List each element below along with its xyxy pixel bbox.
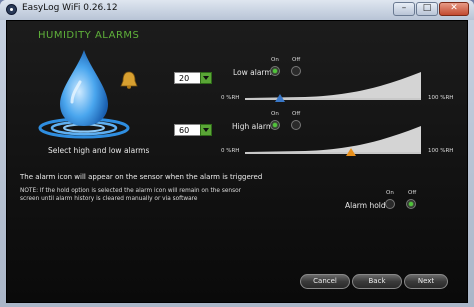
high-alarm-on-label: On <box>271 111 279 117</box>
window-title: EasyLog WiFi 0.26.12 <box>22 3 118 13</box>
high-alarm-slider-track[interactable] <box>245 152 421 154</box>
hold-option-note: NOTE: If the hold option is selected the… <box>20 188 242 202</box>
minimize-button[interactable]: – <box>393 2 415 16</box>
low-alarm-scale-min: 0 %RH <box>221 95 240 101</box>
alarm-hold-on-radio[interactable] <box>385 199 395 209</box>
alarm-hold-off-radio[interactable] <box>406 199 416 209</box>
low-alarm-scale-max: 100 %RH <box>428 95 454 101</box>
next-button[interactable]: Next <box>404 274 448 289</box>
back-button[interactable]: Back <box>352 274 402 289</box>
title-bar[interactable]: EasyLog WiFi 0.26.12 – □ ✕ <box>0 0 474 20</box>
high-alarm-level-select[interactable]: 60 <box>174 124 212 136</box>
close-button[interactable]: ✕ <box>439 2 469 16</box>
high-alarm-off-label: Off <box>292 111 301 117</box>
low-alarm-on-label: On <box>271 57 279 63</box>
water-drop-icon <box>38 50 130 139</box>
low-alarm-level-value: 20 <box>179 74 190 83</box>
low-alarm-off-label: Off <box>292 57 301 63</box>
select-alarms-caption: Select high and low alarms <box>48 146 150 155</box>
low-alarm-ramp <box>245 72 421 98</box>
alarm-icon-info: The alarm icon will appear on the sensor… <box>20 173 263 181</box>
alarm-hold-off-label: Off <box>408 190 417 196</box>
app-window: EasyLog WiFi 0.26.12 – □ ✕ HUMIDITY ALAR… <box>0 0 474 307</box>
alarm-hold-on-label: On <box>386 190 394 196</box>
low-alarm-slider-track[interactable] <box>245 98 421 100</box>
low-alarm-slider-thumb[interactable] <box>275 94 286 102</box>
low-alarm-level-select[interactable]: 20 <box>174 72 212 84</box>
chevron-down-icon[interactable] <box>200 72 212 84</box>
high-alarm-scale-min: 0 %RH <box>221 148 240 154</box>
high-alarm-scale-max: 100 %RH <box>428 148 454 154</box>
high-alarm-level-value: 60 <box>179 126 190 135</box>
app-icon <box>6 4 17 15</box>
cancel-button[interactable]: Cancel <box>300 274 350 289</box>
bell-icon <box>120 71 138 89</box>
high-alarm-slider-thumb[interactable] <box>345 148 356 156</box>
panel-heading: HUMIDITY ALARMS <box>38 30 140 41</box>
high-alarm-ramp <box>245 126 421 152</box>
alarm-hold-label: Alarm hold <box>345 201 386 210</box>
chevron-down-icon[interactable] <box>200 124 212 136</box>
maximize-button[interactable]: □ <box>416 2 438 16</box>
